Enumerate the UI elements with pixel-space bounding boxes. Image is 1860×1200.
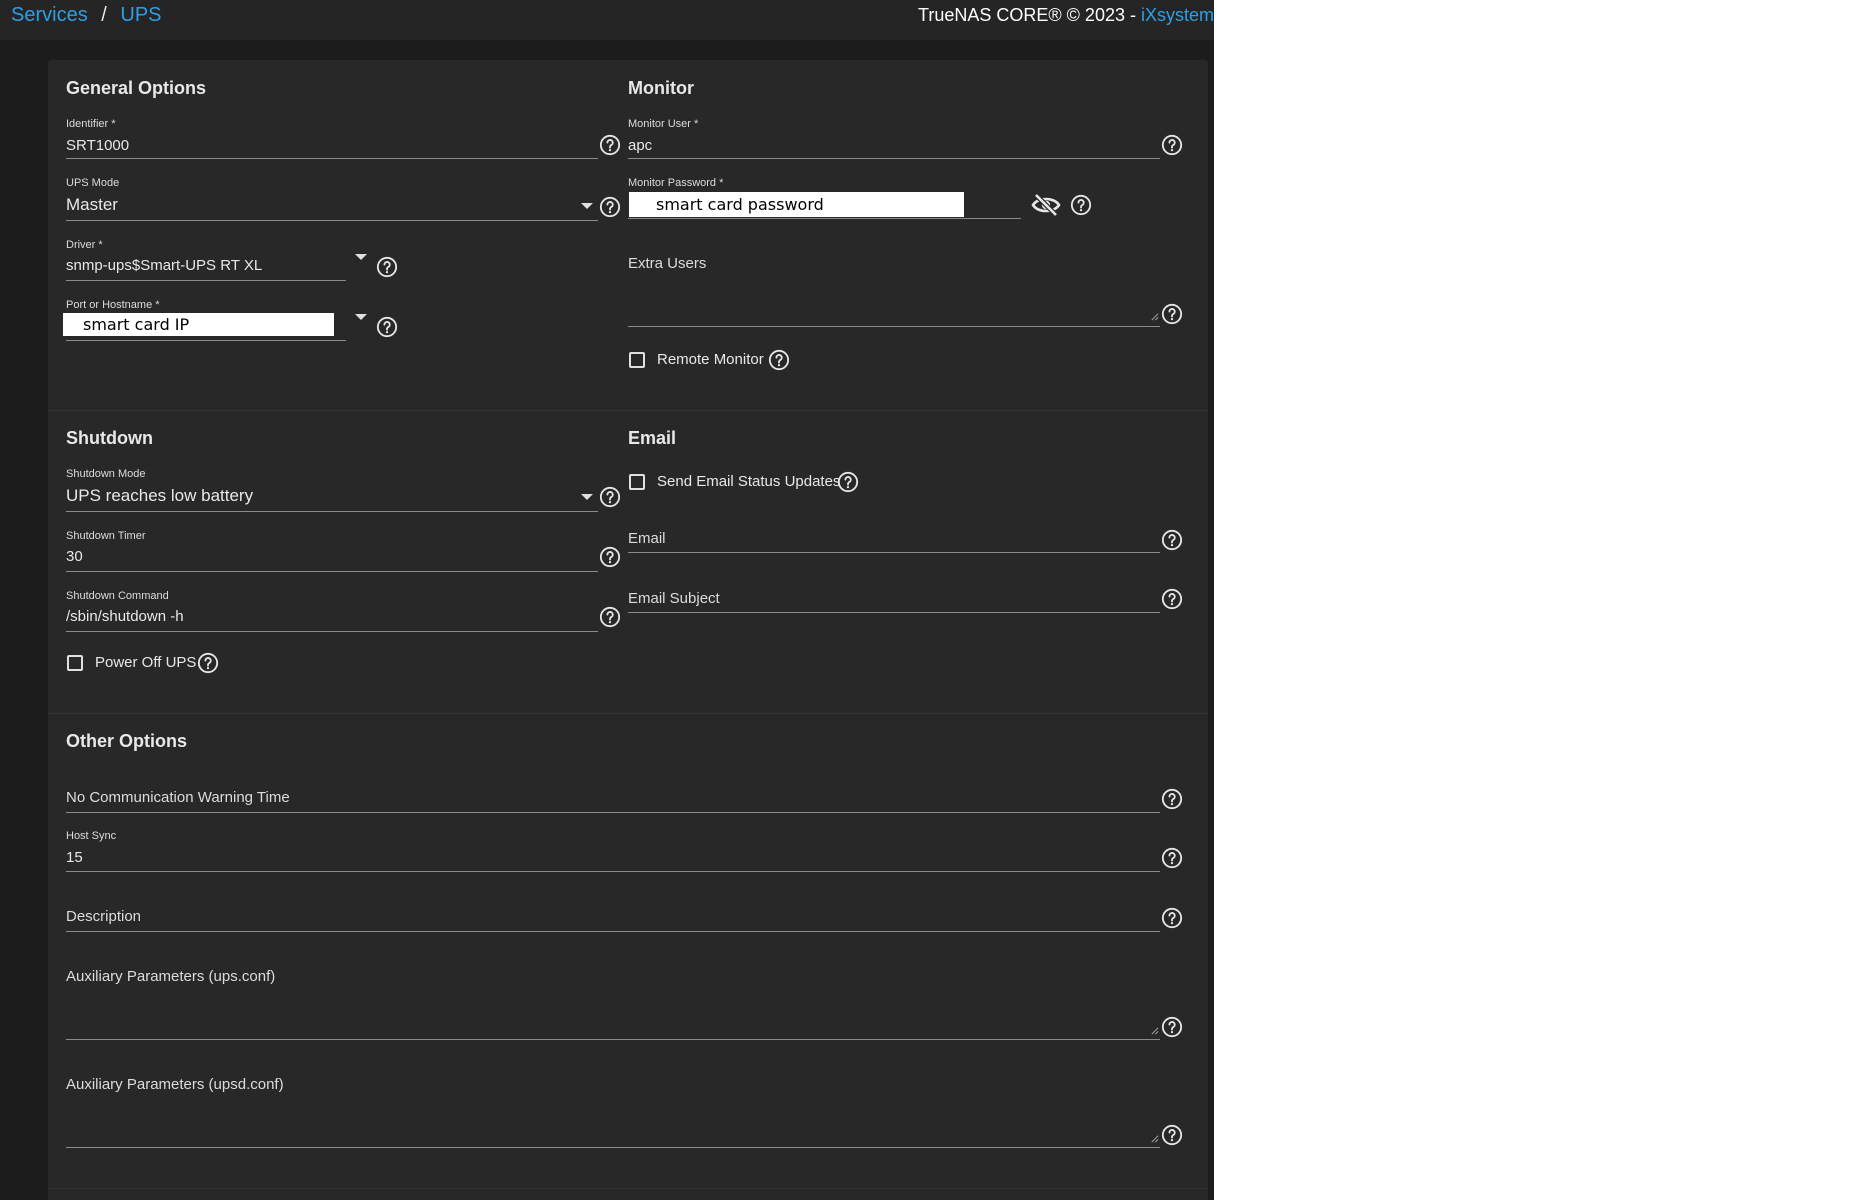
email-underline [628, 552, 1160, 553]
help-circle-icon[interactable] [376, 256, 398, 278]
help-circle-icon[interactable] [376, 316, 398, 338]
help-circle-icon[interactable] [599, 196, 621, 218]
help-circle-icon[interactable] [1161, 1124, 1183, 1146]
shutdown-command-underline [66, 631, 598, 632]
driver-underline [66, 280, 346, 281]
help-circle-icon[interactable] [1161, 1016, 1183, 1038]
shutdown-title: Shutdown [66, 428, 153, 448]
copyright-text: TrueNAS CORE® © 2023 - [918, 5, 1141, 25]
help-circle-icon[interactable] [1161, 134, 1183, 156]
no-communication-warning-placeholder: No Communication Warning Time [66, 789, 290, 806]
identifier-input[interactable]: SRT1000 [66, 137, 129, 154]
help-circle-icon[interactable] [1161, 847, 1183, 869]
description-underline [66, 931, 1160, 932]
send-email-checkbox-box[interactable] [629, 474, 645, 490]
help-circle-icon[interactable] [1161, 788, 1183, 810]
breadcrumb: Services / UPS [11, 4, 162, 27]
ups-mode-value: Master [66, 195, 118, 214]
shutdown-timer-input[interactable]: 30 [66, 548, 83, 565]
breadcrumb-ups-link[interactable]: UPS [120, 4, 161, 26]
monitor-password-label: Monitor Password * [628, 177, 724, 189]
identifier-label: Identifier * [66, 118, 116, 130]
power-off-ups-checkbox-box[interactable] [67, 655, 83, 671]
host-sync-label: Host Sync [66, 830, 117, 842]
resize-handle-icon[interactable] [1150, 1026, 1159, 1035]
power-off-ups-label: Power Off UPS [95, 654, 197, 671]
copyright: TrueNAS CORE® © 2023 - iXsystem [918, 5, 1214, 26]
help-circle-icon[interactable] [599, 134, 621, 156]
shutdown-mode-value: UPS reaches low battery [66, 486, 254, 505]
aux-params-ups-conf-underline [66, 1039, 1160, 1040]
help-circle-icon[interactable] [768, 349, 790, 371]
no-communication-warning-underline [66, 812, 1160, 813]
remote-monitor-checkbox-box[interactable] [629, 352, 645, 368]
resize-handle-icon[interactable] [1150, 1134, 1159, 1143]
email-subject-placeholder: Email Subject [628, 590, 720, 607]
ups-mode-underline [66, 220, 598, 221]
monitor-password-input[interactable]: smart card password [629, 192, 964, 217]
section-divider [48, 713, 1208, 714]
visibility-off-icon[interactable] [1031, 192, 1061, 218]
email-title: Email [628, 428, 677, 448]
general-options-title: General Options [66, 78, 207, 98]
port-hostname-underline [66, 340, 346, 341]
description-placeholder: Description [66, 908, 142, 925]
ups-mode-label: UPS Mode [66, 177, 120, 189]
caret-down-icon[interactable] [355, 254, 367, 260]
extra-users-underline [628, 326, 1160, 327]
extra-users-placeholder: Extra Users [628, 255, 707, 272]
shutdown-command-input[interactable]: /sbin/shutdown -h [66, 608, 184, 625]
other-options-title: Other Options [66, 731, 187, 751]
aux-params-upsd-conf-placeholder: Auxiliary Parameters (upsd.conf) [66, 1076, 284, 1093]
email-placeholder: Email [628, 530, 666, 547]
monitor-user-label: Monitor User * [628, 118, 699, 130]
monitor-title: Monitor [628, 78, 694, 98]
monitor-password-underline [628, 218, 1021, 219]
help-circle-icon[interactable] [599, 486, 621, 508]
section-divider [48, 1188, 1208, 1189]
monitor-user-input[interactable]: apc [628, 137, 652, 154]
port-hostname-label: Port or Hostname * [66, 299, 160, 311]
ups-form-panel [48, 60, 1208, 1200]
shutdown-timer-underline [66, 571, 598, 572]
send-email-label: Send Email Status Updates [657, 473, 841, 490]
identifier-underline [66, 158, 598, 159]
app-window: Services / UPS TrueNAS CORE® © 2023 - iX… [0, 0, 1214, 1200]
shutdown-mode-label: Shutdown Mode [66, 468, 146, 480]
top-bar: Services / UPS TrueNAS CORE® © 2023 - iX… [0, 0, 1214, 40]
email-subject-underline [628, 612, 1160, 613]
host-sync-input[interactable]: 15 [66, 849, 83, 866]
help-circle-icon[interactable] [1070, 194, 1092, 216]
vendor-link[interactable]: iXsystem [1141, 5, 1214, 25]
help-circle-icon[interactable] [1161, 907, 1183, 929]
driver-value: snmp-ups$Smart-UPS RT XL [66, 257, 263, 274]
help-circle-icon[interactable] [1161, 529, 1183, 551]
help-circle-icon[interactable] [837, 471, 859, 493]
shutdown-command-label: Shutdown Command [66, 590, 169, 602]
remote-monitor-label: Remote Monitor [657, 351, 764, 368]
aux-params-upsd-conf-underline [66, 1147, 1160, 1148]
help-circle-icon[interactable] [599, 606, 621, 628]
breadcrumb-separator: / [101, 4, 107, 26]
shutdown-timer-label: Shutdown Timer [66, 530, 146, 542]
help-circle-icon[interactable] [1161, 303, 1183, 325]
breadcrumb-services-link[interactable]: Services [11, 4, 88, 26]
host-sync-underline [66, 871, 1160, 872]
caret-down-icon[interactable] [355, 314, 367, 320]
port-hostname-input[interactable]: smart card IP [63, 313, 334, 336]
driver-label: Driver * [66, 239, 103, 251]
monitor-user-underline [628, 158, 1160, 159]
help-circle-icon[interactable] [1161, 588, 1183, 610]
help-circle-icon[interactable] [599, 546, 621, 568]
help-circle-icon[interactable] [197, 652, 219, 674]
caret-down-icon[interactable] [581, 203, 593, 209]
aux-params-ups-conf-placeholder: Auxiliary Parameters (ups.conf) [66, 968, 276, 985]
shutdown-mode-underline [66, 511, 598, 512]
caret-down-icon[interactable] [581, 494, 593, 500]
section-divider [48, 410, 1208, 411]
resize-handle-icon[interactable] [1150, 312, 1159, 321]
